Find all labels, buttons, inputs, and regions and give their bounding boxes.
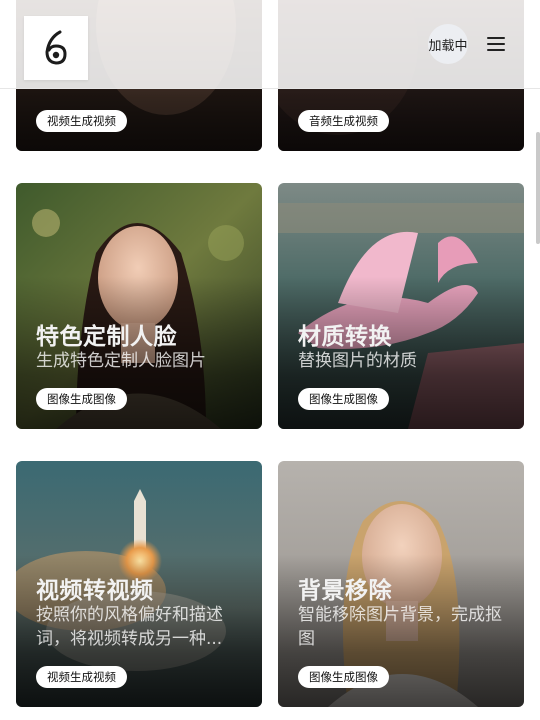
card-tag[interactable]: 视频生成视频 xyxy=(36,666,127,688)
brand-logo-icon xyxy=(45,30,67,65)
brand-logo[interactable] xyxy=(24,16,88,80)
feature-card-background-removal[interactable]: 背景移除 智能移除图片背景，完成抠图 图像生成图像 xyxy=(278,461,524,707)
card-tag[interactable]: 图像生成图像 xyxy=(36,388,127,410)
menu-button[interactable] xyxy=(484,33,508,55)
loading-indicator: 加载中 xyxy=(428,24,468,64)
card-description: 按照你的风格偏好和描述词，将视频转成另一种... xyxy=(36,605,223,649)
card-tag[interactable]: 图像生成图像 xyxy=(298,388,389,410)
loading-label: 加载中 xyxy=(428,38,468,54)
card-title: 背景移除 xyxy=(298,578,392,604)
card-tag[interactable]: 音频生成视频 xyxy=(298,110,389,132)
card-description: 生成特色定制人脸图片 xyxy=(36,351,206,371)
card-title: 材质转换 xyxy=(298,324,392,350)
card-description: 智能移除图片背景，完成抠图 xyxy=(298,605,502,649)
scrollbar[interactable] xyxy=(536,132,540,244)
page: 视频生成视频 音频生成视频 特色定制人脸 生成特色定制人脸图片 图像生成图像 材… xyxy=(0,0,540,720)
feature-card-material-transform[interactable]: 材质转换 替换图片的材质 图像生成图像 xyxy=(278,183,524,429)
card-title: 视频转视频 xyxy=(36,578,154,604)
feature-card-custom-face[interactable]: 特色定制人脸 生成特色定制人脸图片 图像生成图像 xyxy=(16,183,262,429)
feature-card-video-to-video[interactable]: 视频转视频 按照你的风格偏好和描述词，将视频转成另一种... 视频生成视频 xyxy=(16,461,262,707)
card-tag[interactable]: 视频生成视频 xyxy=(36,110,127,132)
card-tag[interactable]: 图像生成图像 xyxy=(298,666,389,688)
card-title: 特色定制人脸 xyxy=(36,324,177,350)
top-header: 加载中 xyxy=(0,0,540,89)
card-description: 替换图片的材质 xyxy=(298,351,417,371)
